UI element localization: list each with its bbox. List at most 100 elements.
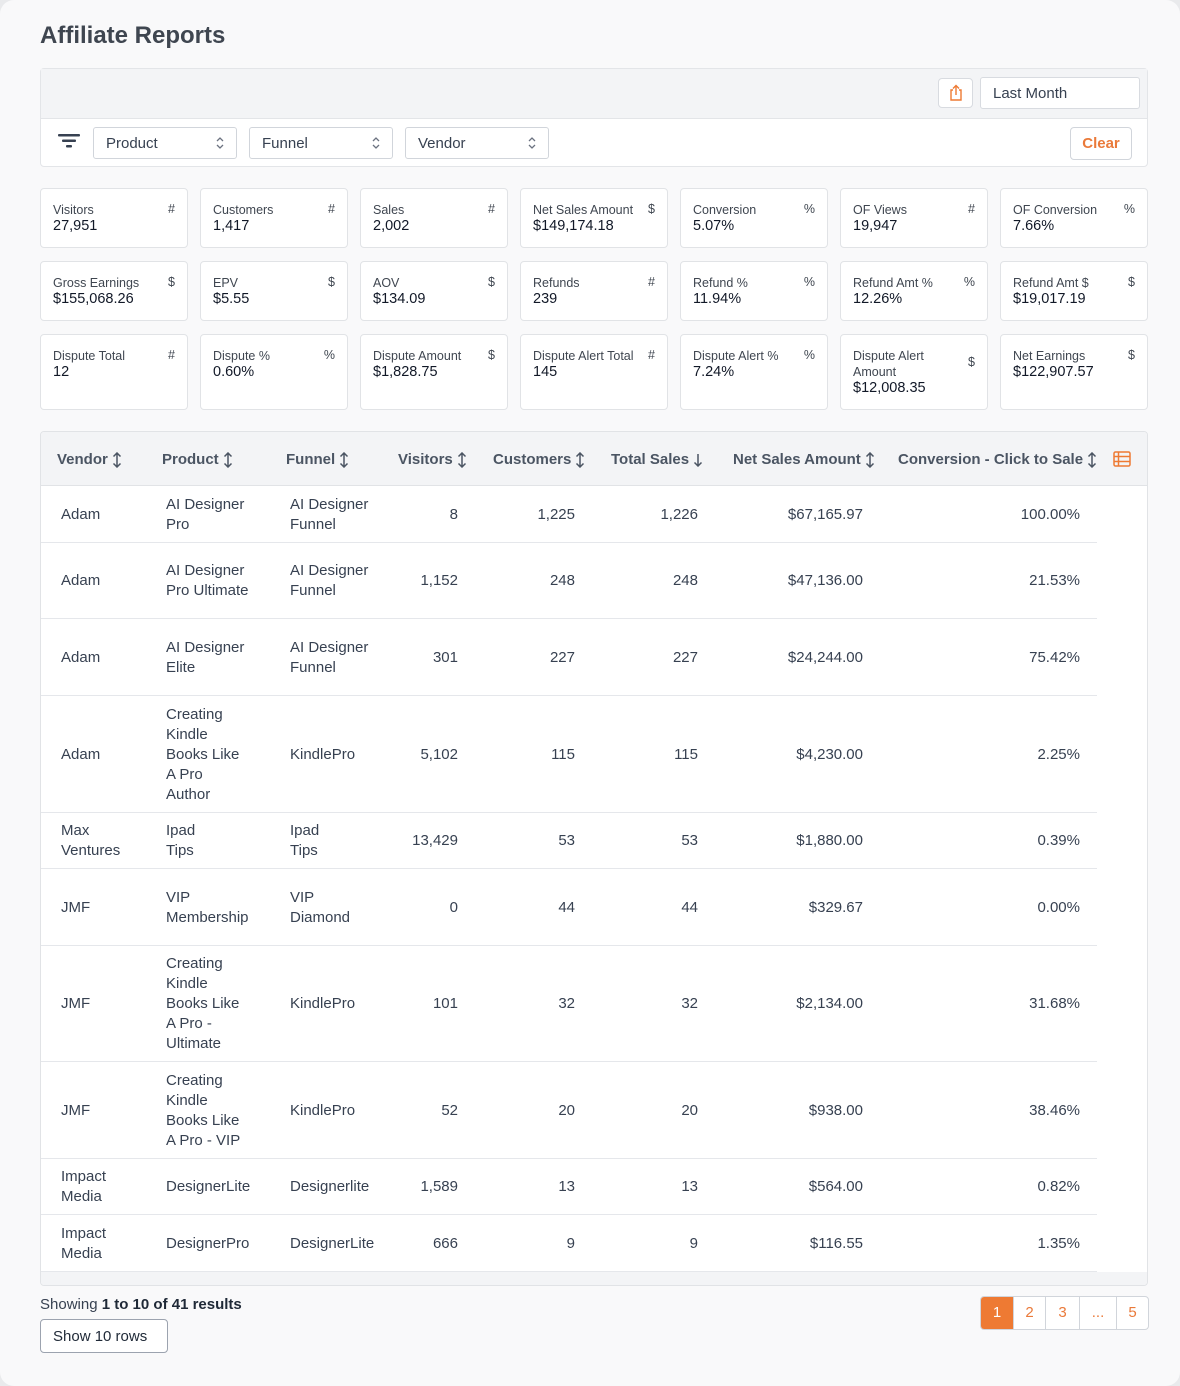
cell-product: VIP Membership [166, 889, 249, 926]
cell-funnel: KindlePro [290, 1102, 356, 1119]
page-button-1[interactable]: 1 [981, 1297, 1013, 1329]
cell-customers: 248 [549, 572, 575, 589]
column-header-funnel[interactable]: Funnel [286, 451, 349, 468]
sort-icon [340, 451, 349, 468]
cell-funnel: DesignerLite [290, 1235, 375, 1252]
cell-visitors: 8 [449, 506, 458, 523]
vendor-filter-select[interactable]: Vendor [405, 127, 549, 159]
page-button-5[interactable]: 5 [1116, 1297, 1148, 1329]
column-header-conversion[interactable]: Conversion - Click to Sale [898, 451, 1097, 468]
stat-value: 5.07% [693, 218, 735, 234]
cell-funnel: VIP Diamond [290, 889, 351, 926]
stat-card-refund-amt: Refund Amt $ $ $19,017.19 [1000, 261, 1148, 321]
cell-net-sales: $564.00 [808, 1178, 863, 1195]
column-header-vendor[interactable]: Vendor [57, 451, 122, 468]
stat-card-visitors: Visitors #27,951 [40, 188, 188, 248]
report-table: Vendor Product Funnel Visitors Customers… [40, 431, 1148, 1286]
stat-label: AOV [373, 276, 400, 290]
stat-unit: # [648, 275, 655, 289]
table-row: Max Ventures Ipad Tips Ipad Tips 13,429 53 53… [41, 813, 1097, 869]
cell-customers: 227 [549, 649, 575, 666]
clear-filters-button[interactable]: Clear [1070, 127, 1132, 160]
stat-card-epv: EPV $ $5.55 [200, 261, 348, 321]
cell-funnel: Ipad Tips [290, 822, 320, 859]
cell-funnel: AI Designer Funnel [290, 562, 369, 599]
stat-value: 0.60% [213, 364, 255, 380]
stat-label: EPV [213, 276, 239, 290]
stat-label: Refund Amt % [853, 276, 933, 290]
product-filter-label: Product [106, 135, 158, 152]
stat-card-gross-earnings: Gross Earnings $ $155,068.26 [40, 261, 188, 321]
cell-conversion: 0.82% [1037, 1178, 1080, 1195]
stat-unit: % [803, 348, 815, 362]
cell-conversion: 0.00% [1037, 899, 1080, 916]
page-ellipsis: ... [1079, 1297, 1116, 1329]
cell-total-sales: 9 [689, 1235, 698, 1252]
cell-net-sales: $24,244.00 [787, 649, 863, 666]
product-filter-select[interactable]: Product [93, 127, 237, 159]
sort-icon [576, 451, 585, 468]
stat-card-dispute-alert-amount: Dispute Alert Amount $ $12,008.35 [840, 334, 988, 410]
cell-vendor: Adam [61, 746, 101, 763]
stat-card-refund: Refund %% 11.94% [680, 261, 828, 321]
cell-product: Creating Kindle Books Like A Pro - VIP [166, 1072, 241, 1149]
stat-value: 12 [53, 364, 70, 380]
cell-funnel: AI Designer Funnel [290, 496, 369, 533]
cell-vendor: Max Ventures [61, 822, 121, 859]
cell-vendor: JMF [61, 995, 91, 1012]
cell-vendor: Adam [61, 649, 101, 666]
funnel-filter-select[interactable]: Funnel [249, 127, 393, 159]
stat-unit: $ [648, 202, 655, 216]
cell-total-sales: 20 [681, 1102, 698, 1119]
table-header: Vendor Product Funnel Visitors Customers… [41, 432, 1147, 486]
column-header-product[interactable]: Product [162, 451, 233, 468]
column-header-net-sales-amount[interactable]: Net Sales Amount [733, 451, 875, 468]
cell-net-sales: $329.67 [808, 899, 863, 916]
stat-value: $134.09 [373, 291, 426, 307]
columns-icon[interactable] [1113, 451, 1131, 467]
column-header-visitors[interactable]: Visitors [398, 451, 467, 468]
vendor-filter-label: Vendor [418, 135, 466, 152]
sort-icon [223, 451, 232, 468]
table-row: Adam Creating Kindle Books Like A Pro Aut… [41, 696, 1097, 813]
filter-bar: Product Funnel Vendor Clear [41, 119, 1147, 167]
stat-label: Dispute % [213, 349, 270, 363]
stat-value: 1,417 [213, 218, 250, 234]
cell-customers: 13 [558, 1178, 575, 1195]
cell-conversion: 2.25% [1037, 746, 1080, 763]
cell-customers: 1,225 [537, 506, 575, 523]
stat-unit: $ [1128, 275, 1135, 289]
date-range-select[interactable]: Last Month [980, 77, 1140, 109]
cell-net-sales: $938.00 [808, 1102, 863, 1119]
page-button-3[interactable]: 3 [1045, 1297, 1079, 1329]
table-row: JMF Creating Kindle Books Like A Pro - VI… [41, 1062, 1097, 1159]
cell-total-sales: 227 [672, 649, 698, 666]
table-row: Adam AI Designer Elite AI Designer Funnel 3… [41, 619, 1097, 696]
page-button-2[interactable]: 2 [1013, 1297, 1045, 1329]
stat-card-dispute-alert-total: Dispute Alert Total #145 [520, 334, 668, 410]
stat-card-dispute-amount: Dispute Amount $ $1,828.75 [360, 334, 508, 410]
cell-total-sales: 44 [681, 899, 698, 916]
stat-unit: $ [168, 275, 175, 289]
cell-visitors: 0 [449, 899, 458, 916]
funnel-filter-label: Funnel [262, 135, 308, 152]
stat-unit: % [963, 275, 975, 289]
cell-total-sales: 13 [681, 1178, 698, 1195]
stat-value: $149,174.18 [533, 218, 614, 234]
stat-value: $5.55 [213, 291, 250, 307]
stat-value: 7.66% [1013, 218, 1055, 234]
column-header-total-sales[interactable]: Total Sales [611, 451, 703, 468]
column-header-customers[interactable]: Customers [493, 451, 585, 468]
cell-conversion: 38.46% [1029, 1102, 1080, 1119]
cell-customers: 53 [558, 832, 575, 849]
stat-card-customers: Customers #1,417 [200, 188, 348, 248]
export-button[interactable] [938, 78, 973, 108]
stat-card-sales: Sales #2,002 [360, 188, 508, 248]
cell-product: DesignerLite [166, 1178, 251, 1195]
cell-customers: 9 [566, 1235, 575, 1252]
stat-value: 19,947 [853, 218, 898, 234]
show-rows-button[interactable]: Show 10 rows [40, 1319, 168, 1353]
cell-net-sales: $116.55 [809, 1235, 863, 1252]
stat-value: 11.94% [693, 291, 742, 307]
stat-value: 12.26% [853, 291, 903, 307]
